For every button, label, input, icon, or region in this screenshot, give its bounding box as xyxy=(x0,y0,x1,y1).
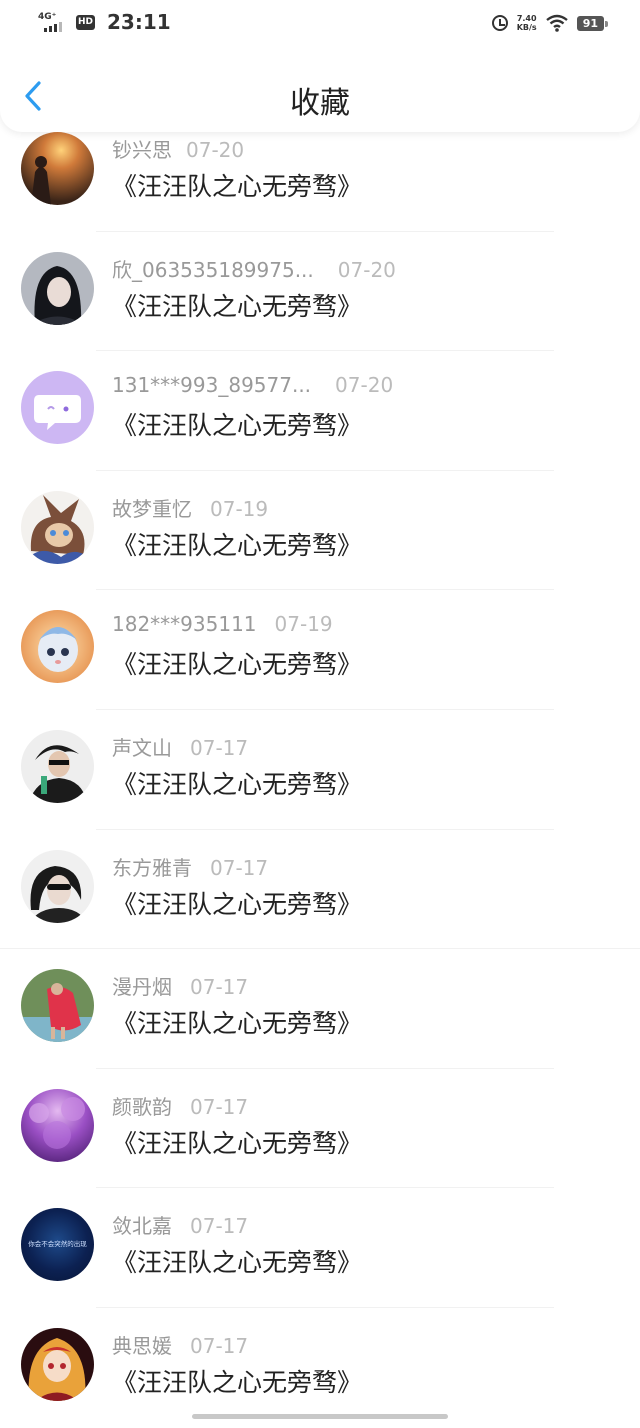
item-title[interactable]: 《汪汪队之心无旁骛》 xyxy=(112,765,362,801)
list-item[interactable]: 东方雅青 07-17 《汪汪队之心无旁骛》 xyxy=(0,830,640,950)
status-right: 7.40 KB/s 91 xyxy=(491,14,609,32)
list-item[interactable]: 典思媛 07-17 《汪汪队之心无旁骛》 xyxy=(0,1308,640,1428)
item-meta: 故梦重忆 07-19 xyxy=(112,493,268,522)
item-title[interactable]: 《汪汪队之心无旁骛》 xyxy=(112,287,362,323)
username: 漫丹烟 xyxy=(112,975,172,1000)
favorites-list: 钞兴思 07-20 《汪汪队之心无旁骛》 欣_063535189975... 07-… xyxy=(0,112,640,1428)
avatar[interactable] xyxy=(21,1088,94,1162)
item-title[interactable]: 《汪汪队之心无旁骛》 xyxy=(112,1363,362,1399)
list-item[interactable]: 182***935111 07-19 《汪汪队之心无旁骛》 xyxy=(0,590,640,710)
username: 182***935111 xyxy=(112,612,257,637)
item-meta: 敛北嘉 07-17 xyxy=(112,1210,248,1239)
item-date: 07-17 xyxy=(190,1333,249,1358)
avatar[interactable] xyxy=(21,490,94,564)
network-speed: 7.40 KB/s xyxy=(517,14,537,32)
item-title[interactable]: 《汪汪队之心无旁骛》 xyxy=(112,1004,362,1040)
item-date: 07-17 xyxy=(210,855,269,880)
avatar[interactable] xyxy=(21,849,94,923)
cellular-signal-icon: 4G⁺ xyxy=(38,11,68,33)
avatar[interactable] xyxy=(21,729,94,803)
list-item[interactable]: 你会不会突然的出现 敛北嘉 07-17 《汪汪队之心无旁骛》 xyxy=(0,1188,640,1308)
item-title[interactable]: 《汪汪队之心无旁骛》 xyxy=(112,526,362,562)
item-meta: 钞兴思 07-20 xyxy=(112,134,244,163)
username: 故梦重忆 xyxy=(112,496,192,521)
list-item[interactable]: 声文山 07-17 《汪汪队之心无旁骛》 xyxy=(0,710,640,830)
avatar[interactable] xyxy=(21,371,94,445)
status-bar: 4G⁺ HD 23:11 7.40 KB/s 91 xyxy=(0,0,640,48)
username: 颜歌韵 xyxy=(112,1094,172,1119)
home-indicator[interactable] xyxy=(192,1414,448,1419)
item-title[interactable]: 《汪汪队之心无旁骛》 xyxy=(112,885,362,921)
avatar[interactable] xyxy=(21,610,94,684)
page-title: 收藏 xyxy=(290,86,350,121)
item-title[interactable]: 《汪汪队之心无旁骛》 xyxy=(112,1124,362,1160)
username: 131***993_89577... xyxy=(112,373,312,398)
item-meta: 声文山 07-17 xyxy=(112,732,248,761)
list-item[interactable]: 故梦重忆 07-19 《汪汪队之心无旁骛》 xyxy=(0,471,640,591)
item-title[interactable]: 《汪汪队之心无旁骛》 xyxy=(112,167,362,203)
list-item[interactable]: 131***993_89577... 07-20 《汪汪队之心无旁骛》 xyxy=(0,351,640,471)
item-date: 07-17 xyxy=(190,975,249,1000)
avatar[interactable] xyxy=(21,132,94,205)
item-title[interactable]: 《汪汪队之心无旁骛》 xyxy=(112,645,362,681)
item-meta: 131***993_89577... 07-20 xyxy=(112,373,393,397)
item-date: 07-17 xyxy=(190,735,249,760)
item-date: 07-19 xyxy=(274,612,333,637)
username: 东方雅青 xyxy=(112,855,192,880)
username: 钞兴思 xyxy=(112,138,172,162)
item-date: 07-20 xyxy=(335,373,394,398)
clock: 23:11 xyxy=(107,10,171,34)
item-title[interactable]: 《汪汪队之心无旁骛》 xyxy=(112,1243,362,1279)
speed-value: 7.40 xyxy=(516,14,537,23)
item-meta: 典思媛 07-17 xyxy=(112,1330,248,1359)
wifi-icon xyxy=(545,14,568,32)
battery-indicator: 91 xyxy=(576,15,609,31)
avatar[interactable] xyxy=(21,251,94,325)
item-meta: 漫丹烟 07-17 xyxy=(112,971,248,1000)
item-meta: 东方雅青 07-17 xyxy=(112,852,268,881)
username: 声文山 xyxy=(112,735,172,760)
avatar-caption: 你会不会突然的出现 xyxy=(28,1240,87,1249)
item-date: 07-20 xyxy=(186,138,245,162)
item-date: 07-17 xyxy=(190,1214,249,1239)
status-left: 4G⁺ HD 23:11 xyxy=(38,10,171,34)
item-meta: 颜歌韵 07-17 xyxy=(112,1091,248,1120)
list-item[interactable]: 漫丹烟 07-17 《汪汪队之心无旁骛》 xyxy=(0,949,640,1069)
item-title[interactable]: 《汪汪队之心无旁骛》 xyxy=(112,406,362,442)
item-meta: 欣_063535189975... 07-20 xyxy=(112,254,396,283)
hd-badge: HD xyxy=(76,14,96,30)
item-date: 07-20 xyxy=(337,257,396,282)
list-item[interactable]: 欣_063535189975... 07-20 《汪汪队之心无旁骛》 xyxy=(0,232,640,352)
username: 欣_063535189975... xyxy=(112,257,314,282)
item-meta: 182***935111 07-19 xyxy=(112,612,333,636)
avatar[interactable]: 你会不会突然的出现 xyxy=(21,1208,94,1282)
speed-unit: KB/s xyxy=(516,23,537,32)
item-date: 07-19 xyxy=(210,496,269,521)
avatar[interactable] xyxy=(21,969,94,1043)
avatar[interactable] xyxy=(21,1327,94,1401)
nav-bar: 收藏 xyxy=(0,48,640,132)
alarm-icon xyxy=(491,15,508,31)
network-type: 4G⁺ xyxy=(38,12,57,22)
username: 典思媛 xyxy=(112,1333,172,1358)
item-date: 07-17 xyxy=(190,1094,249,1119)
username: 敛北嘉 xyxy=(112,1214,172,1239)
list-item[interactable]: 颜歌韵 07-17 《汪汪队之心无旁骛》 xyxy=(0,1069,640,1189)
